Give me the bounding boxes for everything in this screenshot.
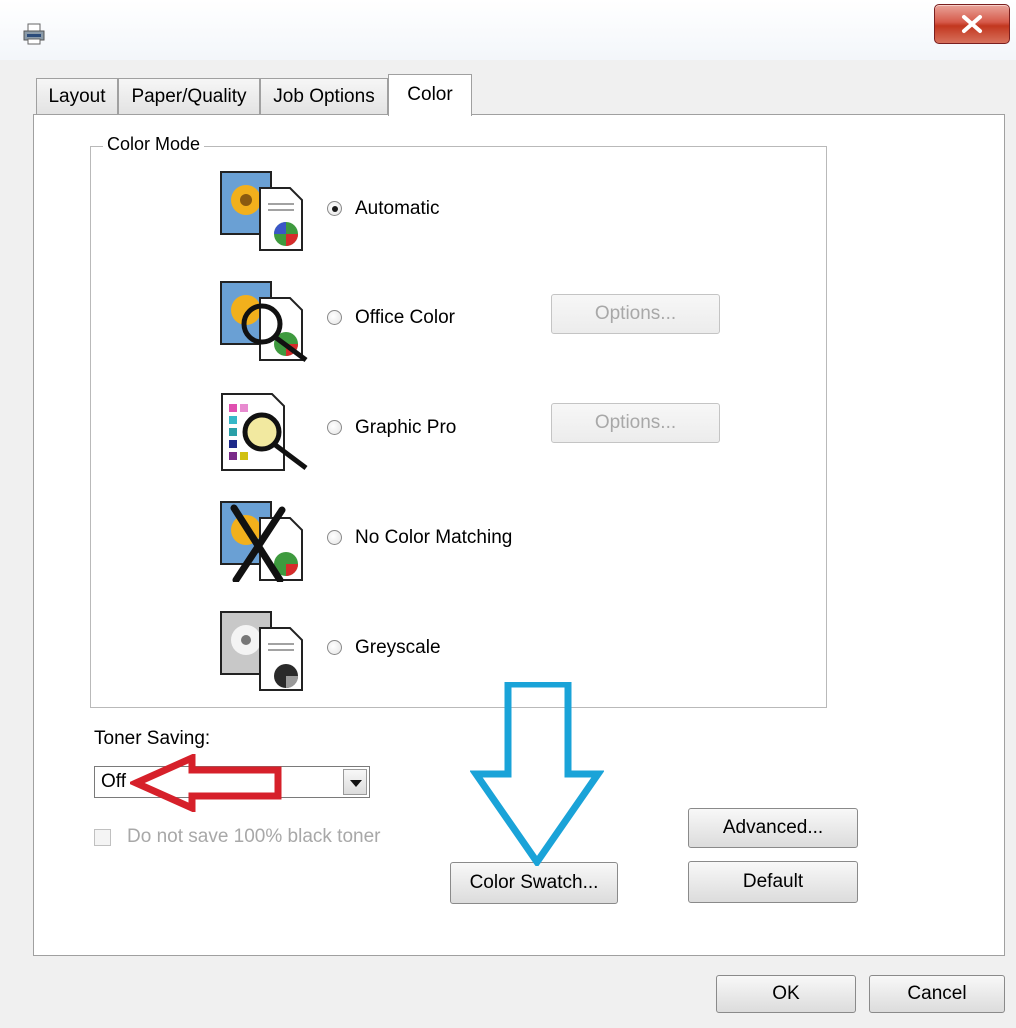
tab-layout[interactable]: Layout — [36, 78, 118, 114]
no-color-matching-label[interactable]: No Color Matching — [355, 527, 512, 549]
office-color-label[interactable]: Office Color — [355, 307, 455, 329]
greyscale-label[interactable]: Greyscale — [355, 637, 441, 659]
radio-office-color[interactable] — [327, 310, 342, 325]
black-toner-checkbox-label[interactable]: Do not save 100% black toner — [127, 826, 381, 848]
advanced-button[interactable]: Advanced... — [688, 808, 858, 848]
color-swatch-button[interactable]: Color Swatch... — [450, 862, 618, 904]
no-color-matching-icon — [220, 501, 303, 582]
office-color-icon — [220, 281, 308, 362]
title-bar — [0, 0, 1016, 60]
toner-saving-label: Toner Saving: — [94, 728, 211, 749]
radio-greyscale[interactable] — [327, 640, 342, 655]
radio-automatic[interactable] — [327, 201, 342, 216]
graphic-pro-options-button[interactable]: Options... — [551, 403, 720, 443]
cancel-button[interactable]: Cancel — [869, 975, 1005, 1013]
close-button[interactable] — [934, 4, 1010, 44]
black-toner-checkbox[interactable] — [94, 829, 111, 846]
automatic-label[interactable]: Automatic — [355, 198, 439, 220]
radio-graphic-pro[interactable] — [327, 420, 342, 435]
office-color-options-button[interactable]: Options... — [551, 294, 720, 334]
graphic-pro-label[interactable]: Graphic Pro — [355, 417, 456, 439]
chevron-down-icon[interactable] — [343, 769, 367, 795]
tab-color[interactable]: Color — [388, 74, 472, 116]
greyscale-icon — [220, 611, 303, 691]
toner-saving-value: Off — [101, 771, 126, 792]
radio-no-color-matching[interactable] — [327, 530, 342, 545]
default-button[interactable]: Default — [688, 861, 858, 903]
color-mode-legend: Color Mode — [103, 134, 205, 155]
tab-job-options[interactable]: Job Options — [260, 78, 388, 114]
automatic-color-icon — [220, 171, 303, 251]
tab-paper-quality[interactable]: Paper/Quality — [118, 78, 260, 114]
close-icon — [962, 15, 982, 33]
ok-button[interactable]: OK — [716, 975, 856, 1013]
printer-icon — [23, 23, 45, 45]
toner-saving-select[interactable]: Off — [94, 766, 370, 798]
graphic-pro-icon — [221, 393, 308, 471]
